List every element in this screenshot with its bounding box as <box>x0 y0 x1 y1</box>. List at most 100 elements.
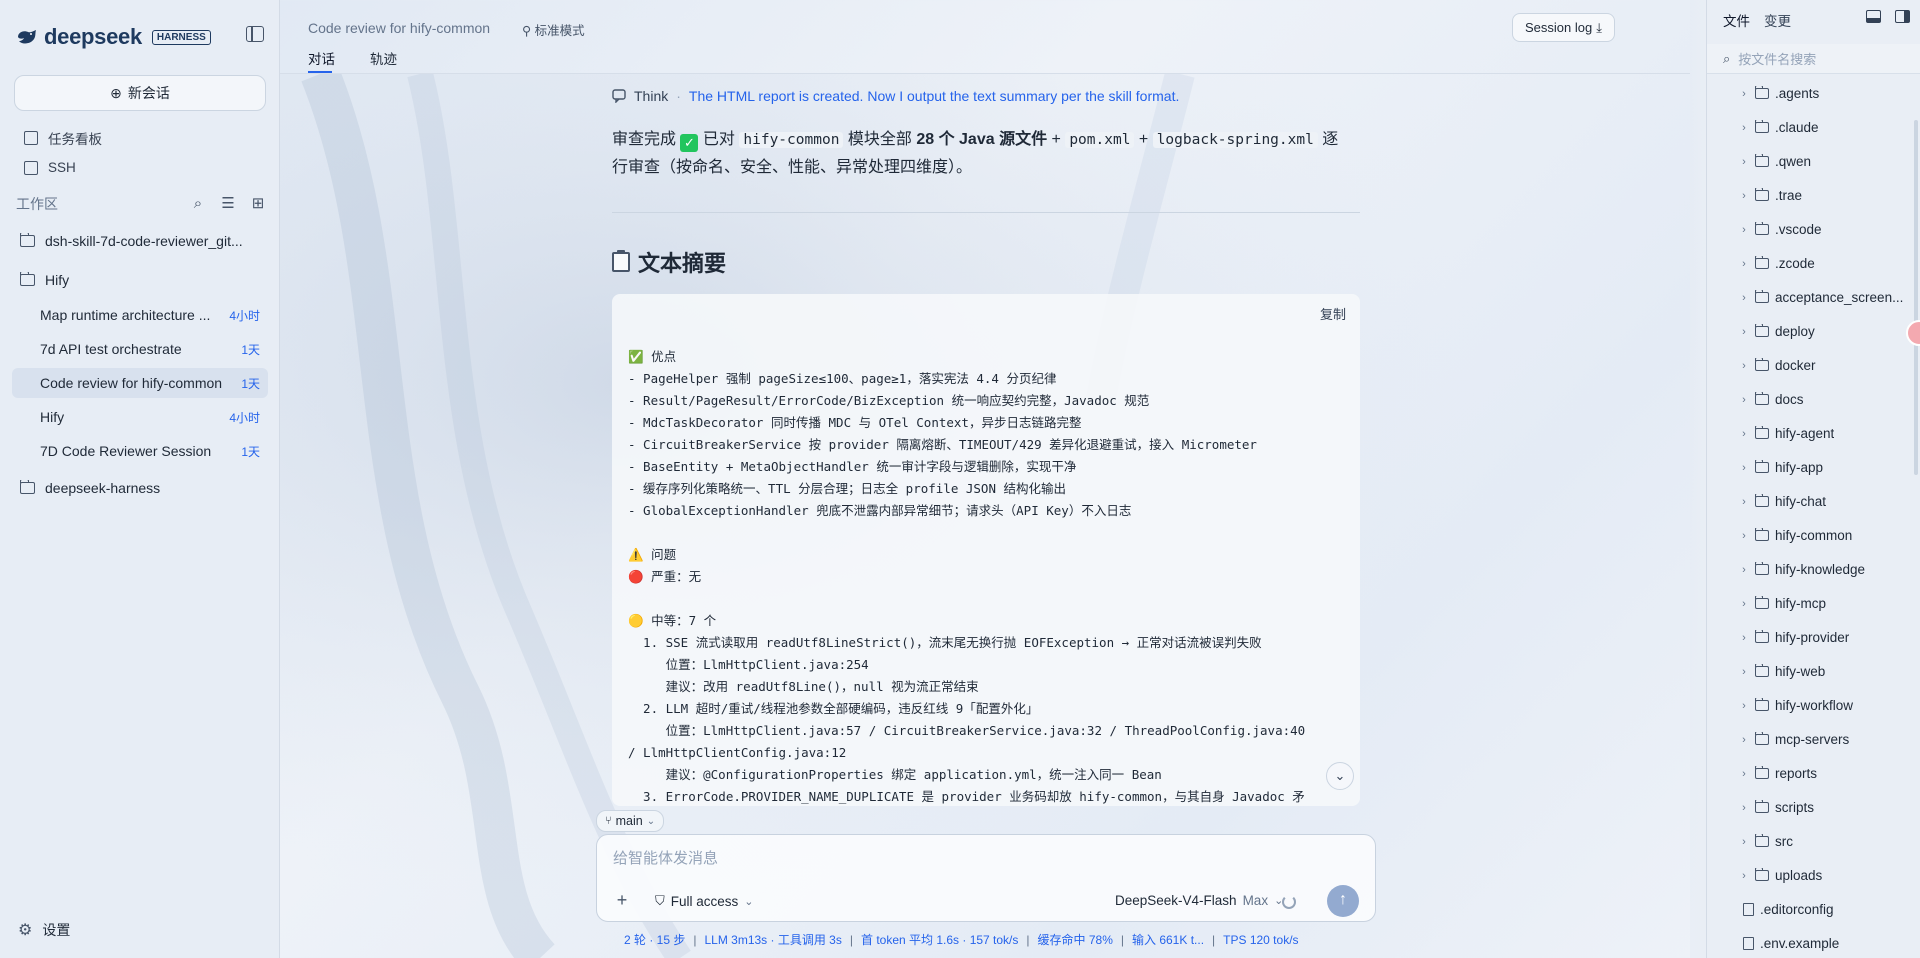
tree-folder-row[interactable]: › .qwen <box>1739 154 1915 169</box>
tree-folder-row[interactable]: › hify-web <box>1739 664 1915 679</box>
status-item: 首 token 平均 1.6s · 157 tok/s <box>860 933 1019 947</box>
tree-folder-row[interactable]: › docker <box>1739 358 1915 373</box>
tree-folder-row[interactable]: › hify-provider <box>1739 630 1915 645</box>
tree-folder-row[interactable]: › .trae <box>1739 188 1915 203</box>
session-title: 7D Code Reviewer Session <box>40 443 212 459</box>
tree-folder-row[interactable]: › hify-workflow <box>1739 698 1915 713</box>
tree-folder-row[interactable]: › scripts <box>1739 800 1915 815</box>
workspace-title: 工作区 <box>16 196 58 212</box>
workspace-folder[interactable]: dsh-skill-7d-code-reviewer_git... <box>20 233 260 249</box>
code-line: - MdcTaskDecorator 同时传播 MDC 与 OTel Conte… <box>628 415 1082 430</box>
branch-label: main <box>615 814 643 828</box>
chevron-right-icon: › <box>1742 835 1746 848</box>
app-logo[interactable]: deepseek HARNESS <box>16 24 211 50</box>
chevron-right-icon: › <box>1742 563 1746 576</box>
session-age: 1天 <box>241 376 260 391</box>
panel-resize-handle[interactable] <box>1690 0 1706 958</box>
tree-item-label: hify-app <box>1775 460 1824 475</box>
folder-label: deepseek-harness <box>45 480 161 496</box>
tree-item-label: .vscode <box>1775 222 1822 237</box>
tree-folder-row[interactable]: › acceptance_screen... <box>1739 290 1915 305</box>
folder-icon <box>1754 698 1769 711</box>
scrollbar[interactable] <box>1914 120 1918 475</box>
chevron-right-icon: › <box>1742 495 1746 508</box>
logo-text: deepseek <box>44 24 142 49</box>
status-item: 2 轮 · 15 步 <box>624 933 686 947</box>
tree-folder-row[interactable]: › hify-app <box>1739 460 1915 475</box>
section-heading: 文本摘要 <box>612 246 726 278</box>
new-folder-icon[interactable]: ⊞ <box>250 196 266 212</box>
send-button[interactable]: ↑ <box>1327 885 1359 917</box>
folder-icon <box>1754 766 1769 779</box>
workspace-folder[interactable]: deepseek-harness <box>20 480 260 496</box>
code-line: - BaseEntity + MetaObjectHandler 统一审计字段与… <box>628 459 1077 474</box>
nav-item-ssh[interactable]: SSH <box>24 160 76 175</box>
tree-item-label: docs <box>1775 392 1804 407</box>
mode-badge[interactable]: ⚲ 标准模式 <box>522 20 585 39</box>
tab-trace[interactable]: 轨迹 <box>370 48 397 68</box>
scroll-to-bottom-button[interactable]: ⌄ <box>1326 762 1354 790</box>
settings-label: 设置 <box>42 922 71 938</box>
folder-icon <box>1754 494 1769 507</box>
code-line: 位置：LlmHttpClient.java:254 <box>628 657 869 672</box>
tab-conversation[interactable]: 对话 <box>308 48 335 68</box>
tree-item-label: hify-web <box>1775 664 1826 679</box>
tree-folder-row[interactable]: › hify-agent <box>1739 426 1915 441</box>
tree-folder-row[interactable]: › .agents <box>1739 86 1915 101</box>
download-icon: ⤓ <box>1596 19 1602 35</box>
divider <box>612 212 1360 213</box>
tree-file-row[interactable]: .env.example <box>1739 936 1915 951</box>
right-panel-icon[interactable] <box>1895 10 1910 23</box>
tree-folder-row[interactable]: › docs <box>1739 392 1915 407</box>
tree-folder-row[interactable]: › mcp-servers <box>1739 732 1915 747</box>
bottom-panel-icon[interactable] <box>1866 10 1881 23</box>
tree-item-label: deploy <box>1775 324 1815 339</box>
tree-folder-row[interactable]: › src <box>1739 834 1915 849</box>
filter-icon[interactable]: ☰ <box>220 196 236 212</box>
tab-changes[interactable]: 变更 <box>1764 10 1791 30</box>
tree-folder-row[interactable]: › .vscode <box>1739 222 1915 237</box>
summary-text: 模块全部 <box>847 131 912 148</box>
tree-folder-row[interactable]: › hify-mcp <box>1739 596 1915 611</box>
new-chat-button[interactable]: ⊕ 新会话 <box>14 75 266 111</box>
tree-folder-row[interactable]: › deploy <box>1739 324 1915 339</box>
settings-button[interactable]: ⚙ 设置 <box>18 920 70 940</box>
tree-item-label: docker <box>1775 358 1816 373</box>
folder-icon <box>1754 426 1769 439</box>
tree-folder-row[interactable]: › uploads <box>1739 868 1915 883</box>
file-search[interactable]: ⌕ 按文件名搜索 <box>1707 44 1920 74</box>
status-separator: | <box>1212 933 1216 947</box>
attach-plus-icon[interactable]: + <box>611 889 633 911</box>
tree-folder-row[interactable]: › hify-common <box>1739 528 1915 543</box>
branch-selector[interactable]: ⑂ main ⌄ <box>596 810 665 832</box>
tree-folder-row[interactable]: › hify-knowledge <box>1739 562 1915 577</box>
model-selector[interactable]: DeepSeek-V4-Flash Max ⌄ <box>1115 893 1283 908</box>
session-item-active[interactable]: Code review for hify-common 1天 <box>12 368 268 398</box>
tree-folder-row[interactable]: › reports <box>1739 766 1915 781</box>
tree-folder-row[interactable]: › .zcode <box>1739 256 1915 271</box>
session-item[interactable]: Map runtime architecture ... 4小时 <box>12 300 268 330</box>
tree-file-row[interactable]: .editorconfig <box>1739 902 1915 917</box>
tree-folder-row[interactable]: › .claude <box>1739 120 1915 135</box>
think-block[interactable]: Think · The HTML report is created. Now … <box>612 88 1179 104</box>
session-item[interactable]: 7D Code Reviewer Session 1天 <box>12 436 268 466</box>
sidebar-toggle-icon[interactable] <box>246 26 264 42</box>
copy-button[interactable]: 复制 <box>1320 304 1346 323</box>
summary-text: 审查完成 <box>612 131 677 148</box>
gear-icon: ⚙ <box>18 922 33 939</box>
folder-icon <box>1754 154 1769 167</box>
nav-item-task-board[interactable]: 任务看板 <box>24 128 102 148</box>
session-item[interactable]: 7d API test orchestrate 1天 <box>12 334 268 364</box>
access-selector[interactable]: ⛉ Full access ⌄ <box>655 893 754 909</box>
chevron-right-icon: › <box>1742 291 1746 304</box>
session-item[interactable]: Hify 4小时 <box>12 402 268 432</box>
file-explorer-panel: 文件 变更 ⌕ 按文件名搜索 › .agents › .claude › .qwen › .t… <box>1706 0 1920 958</box>
tab-files[interactable]: 文件 <box>1723 10 1750 30</box>
session-log-button[interactable]: Session log ⤓ <box>1512 13 1615 42</box>
code-line: - Result/PageResult/ErrorCode/BizExcepti… <box>628 393 1150 408</box>
message-input[interactable] <box>613 845 1353 871</box>
search-icon[interactable]: ⌕ <box>190 196 206 212</box>
workspace-folder[interactable]: Hify <box>20 272 260 288</box>
tree-folder-row[interactable]: › hify-chat <box>1739 494 1915 509</box>
